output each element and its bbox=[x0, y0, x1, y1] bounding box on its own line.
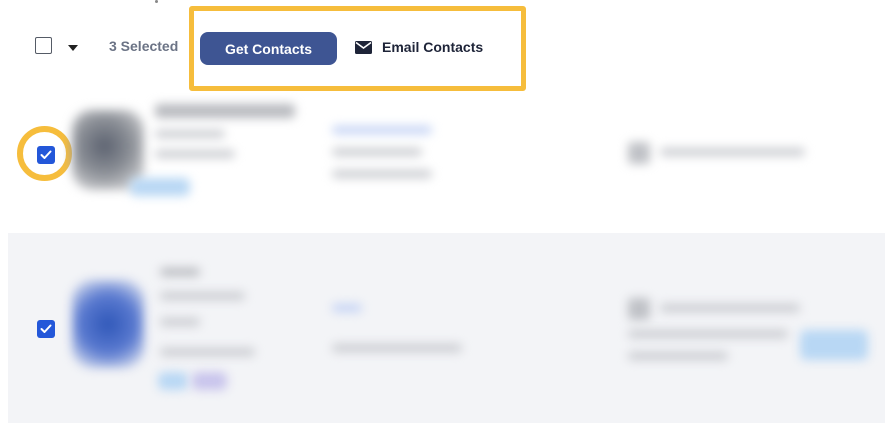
contact-email-redacted bbox=[332, 304, 362, 312]
select-all-checkbox[interactable] bbox=[35, 37, 52, 54]
decorative-dot bbox=[155, 0, 158, 3]
contact-company-redacted bbox=[160, 318, 200, 326]
contact-name-redacted bbox=[160, 268, 200, 276]
contact-company-redacted bbox=[155, 150, 235, 158]
contact-name-redacted bbox=[155, 104, 295, 118]
company-detail-redacted bbox=[628, 330, 788, 338]
select-options-caret-icon[interactable] bbox=[68, 45, 78, 51]
contact-location-redacted bbox=[332, 170, 432, 178]
company-detail-redacted bbox=[628, 352, 728, 360]
avatar bbox=[72, 280, 144, 368]
checkbox-highlight-annotation bbox=[17, 126, 72, 181]
contact-tag-redacted bbox=[130, 178, 190, 196]
company-name-redacted bbox=[660, 304, 800, 312]
contacts-list-page: 3 Selected Get Contacts Email Contacts bbox=[0, 0, 885, 435]
contact-phone-redacted bbox=[332, 344, 462, 352]
checkmark-icon bbox=[40, 324, 52, 333]
selected-count-label: 3 Selected bbox=[109, 38, 179, 54]
actions-highlight-annotation bbox=[189, 6, 526, 91]
contact-tag-redacted bbox=[192, 372, 227, 390]
company-name-redacted bbox=[660, 148, 805, 156]
contact-detail-redacted bbox=[160, 348, 255, 356]
contact-tag-redacted bbox=[158, 372, 188, 390]
company-icon bbox=[628, 298, 650, 320]
row-action-button-redacted[interactable] bbox=[800, 330, 868, 360]
company-icon bbox=[628, 142, 650, 164]
row-checkbox[interactable] bbox=[37, 320, 55, 338]
contact-phone-redacted bbox=[332, 148, 422, 156]
contact-email-redacted bbox=[332, 126, 432, 134]
contact-title-redacted bbox=[160, 292, 245, 300]
contact-title-redacted bbox=[155, 130, 225, 138]
